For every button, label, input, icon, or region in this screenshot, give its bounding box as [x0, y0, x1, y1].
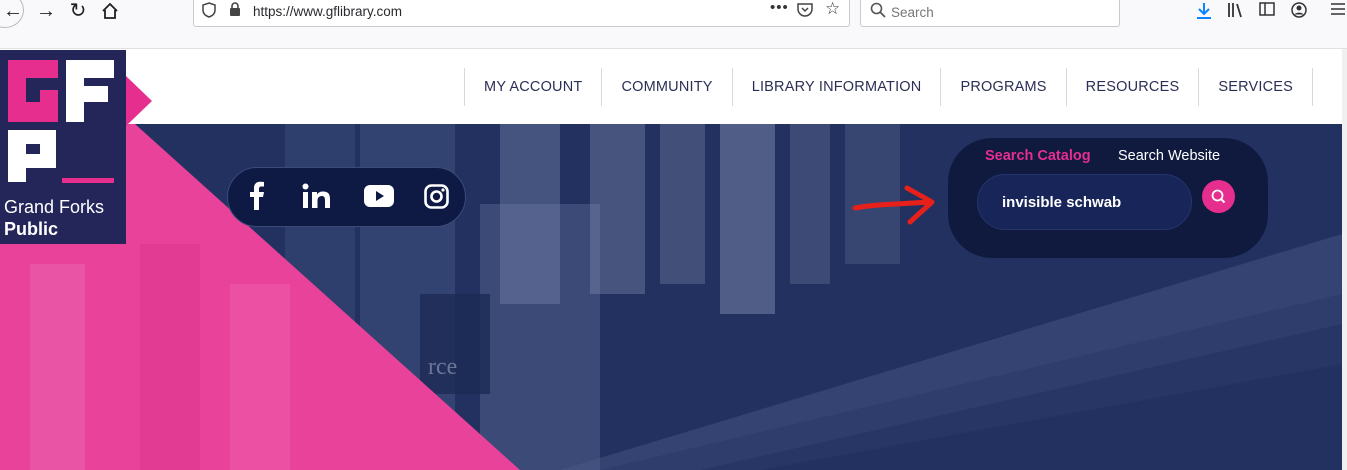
annotation-arrow-icon	[852, 185, 935, 225]
logo-line-1: Grand Forks	[4, 197, 105, 217]
library-icon[interactable]	[1227, 2, 1245, 22]
pocket-icon[interactable]	[797, 2, 813, 21]
back-icon[interactable]: ←	[0, 0, 26, 24]
search-icon	[870, 2, 886, 23]
nav-community[interactable]: COMMUNITY	[602, 68, 733, 106]
youtube-icon[interactable]	[364, 185, 394, 212]
url-bar[interactable]: https://www.gflibrary.com ••• ☆	[193, 0, 850, 27]
url-text[interactable]: https://www.gflibrary.com	[253, 4, 402, 19]
download-icon[interactable]	[1196, 2, 1212, 24]
shield-icon[interactable]	[202, 2, 216, 22]
menu-icon[interactable]	[1331, 2, 1345, 19]
logo-arrow-decoration	[126, 76, 152, 126]
social-links	[227, 167, 466, 227]
catalog-search-input[interactable]	[977, 174, 1192, 230]
reload-icon[interactable]: ↻	[65, 0, 91, 24]
nav-resources[interactable]: RESOURCES	[1067, 68, 1200, 106]
search-widget: Search Catalog Search Website	[948, 138, 1268, 258]
nav-library-information[interactable]: LIBRARY INFORMATION	[733, 68, 942, 106]
facebook-icon[interactable]	[249, 180, 265, 215]
logo-text: Grand Forks Public	[4, 196, 104, 240]
nav-my-account[interactable]: MY ACCOUNT	[465, 68, 603, 106]
page-scrollbar[interactable]	[1342, 49, 1347, 470]
site-header: MY ACCOUNT COMMUNITY LIBRARY INFORMATION…	[0, 49, 1342, 124]
library-logo[interactable]: Grand Forks Public	[0, 50, 126, 244]
account-icon[interactable]	[1291, 2, 1307, 22]
linkedin-icon[interactable]	[302, 183, 332, 214]
forward-icon[interactable]: →	[33, 0, 59, 24]
more-icon[interactable]: •••	[770, 0, 789, 16]
logo-line-2: Public	[4, 219, 59, 239]
instagram-icon[interactable]	[424, 184, 449, 214]
search-icon	[1211, 189, 1226, 204]
main-navigation: MY ACCOUNT COMMUNITY LIBRARY INFORMATION…	[464, 68, 1313, 106]
browser-search-bar[interactable]: Search	[860, 0, 1120, 27]
browser-toolbar: ← → ↻ https://www.gflibrary.com ••• ☆ Se…	[0, 0, 1347, 49]
tab-search-catalog[interactable]: Search Catalog	[985, 148, 1091, 164]
nav-programs[interactable]: PROGRAMS	[941, 68, 1067, 106]
tab-search-website[interactable]: Search Website	[1118, 148, 1220, 164]
home-icon[interactable]	[97, 0, 123, 24]
search-submit-button[interactable]	[1202, 180, 1235, 213]
star-icon[interactable]: ☆	[825, 0, 840, 19]
gfp-logo-mark	[8, 60, 114, 183]
nav-services[interactable]: SERVICES	[1199, 68, 1313, 106]
svg-text:rce: rce	[428, 354, 457, 380]
lock-icon[interactable]	[229, 2, 241, 21]
sidebar-icon[interactable]	[1259, 2, 1275, 20]
browser-search-placeholder: Search	[891, 5, 934, 20]
